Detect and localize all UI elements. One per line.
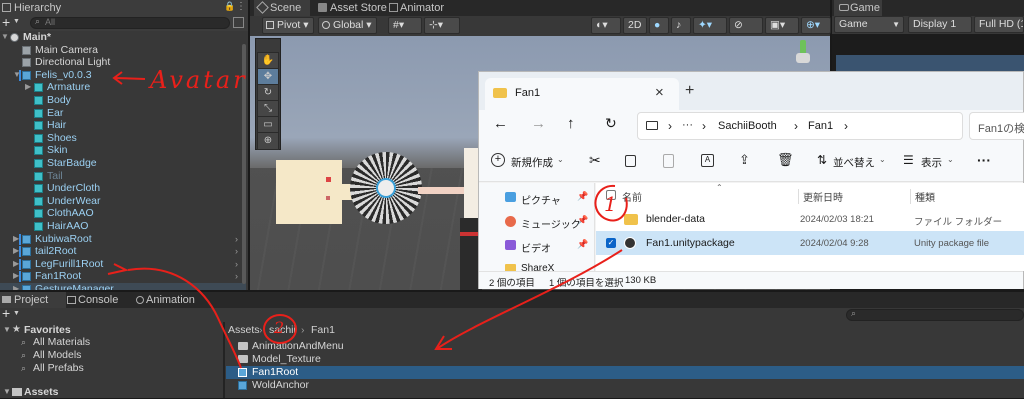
fan1root-arrowhead: [107, 263, 129, 275]
avatar-arrow: [112, 71, 146, 85]
annotation-avatar-text: Avatar: [150, 66, 248, 94]
fan1root-arrow: [127, 267, 242, 369]
annotation-overlay: [107, 71, 628, 369]
annotation-num1: 1: [604, 192, 617, 216]
annotation-num2: 2: [274, 318, 285, 337]
drag-arrow: [437, 249, 623, 349]
